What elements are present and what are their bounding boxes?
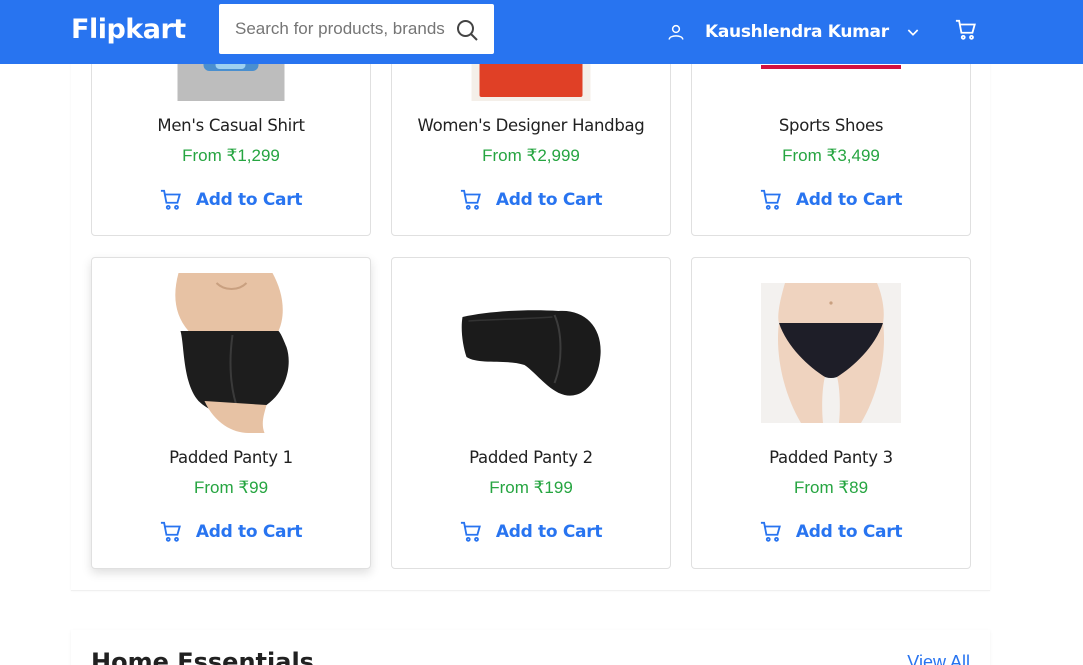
top-header: Flipkart Kaushlendra Kumar [0, 0, 1083, 64]
product-price: From ₹2,999 [482, 146, 580, 165]
view-all-link[interactable]: View All [907, 652, 970, 665]
product-price: From ₹89 [793, 478, 869, 497]
product-card[interactable]: Women's Designer Handbag From ₹2,999 Add… [391, 1, 671, 236]
cart-icon [160, 521, 181, 542]
product-name[interactable]: Men's Casual Shirt [92, 116, 370, 135]
add-to-cart-label: Add to Cart [195, 522, 303, 542]
add-to-cart-label: Add to Cart [495, 522, 603, 542]
product-card[interactable]: Padded Panty 3 From ₹89 Add to Cart [691, 257, 971, 569]
product-price: From ₹99 [193, 478, 269, 497]
cart-icon [760, 189, 781, 210]
product-image[interactable] [168, 273, 294, 433]
section-title: Home Essentials [91, 648, 314, 665]
product-card[interactable]: Padded Panty 2 From ₹199 Add to Cart [391, 257, 671, 569]
product-name[interactable]: Padded Panty 3 [692, 448, 970, 467]
cart-icon [160, 189, 181, 210]
search-bar [219, 4, 494, 54]
cart-icon [460, 189, 481, 210]
add-to-cart-button[interactable]: Add to Cart [92, 189, 370, 211]
add-to-cart-button[interactable]: Add to Cart [392, 189, 670, 211]
product-name[interactable]: Padded Panty 1 [92, 448, 370, 467]
product-image[interactable] [458, 303, 604, 403]
product-price: From ₹3,499 [782, 146, 880, 165]
section-divider [71, 590, 990, 591]
product-name[interactable]: Women's Designer Handbag [392, 116, 670, 135]
search-input[interactable] [219, 4, 447, 54]
user-name: Kaushlendra Kumar [705, 22, 889, 42]
product-card[interactable]: Padded Panty 1 From ₹99 Add to Cart [91, 257, 371, 569]
search-icon[interactable] [455, 18, 479, 42]
product-section: Men's Casual Shirt From ₹1,299 Add to Ca… [71, 0, 990, 590]
home-essentials-section: Home Essentials View All [71, 630, 990, 665]
add-to-cart-label: Add to Cart [495, 190, 603, 210]
add-to-cart-button[interactable]: Add to Cart [92, 521, 370, 543]
product-price: From ₹199 [489, 478, 573, 497]
product-name[interactable]: Padded Panty 2 [392, 448, 670, 467]
chevron-down-icon [907, 29, 919, 36]
add-to-cart-label: Add to Cart [795, 190, 903, 210]
add-to-cart-button[interactable]: Add to Cart [692, 189, 970, 211]
add-to-cart-button[interactable]: Add to Cart [392, 521, 670, 543]
add-to-cart-button[interactable]: Add to Cart [692, 521, 970, 543]
product-price: From ₹1,299 [182, 146, 280, 165]
product-card[interactable]: Men's Casual Shirt From ₹1,299 Add to Ca… [91, 1, 371, 236]
flipkart-logo[interactable]: Flipkart [71, 14, 186, 45]
user-menu[interactable]: Kaushlendra Kumar [667, 0, 921, 64]
product-image[interactable] [761, 283, 901, 423]
add-to-cart-label: Add to Cart [795, 522, 903, 542]
product-name[interactable]: Sports Shoes [692, 116, 970, 135]
add-to-cart-label: Add to Cart [195, 190, 303, 210]
cart-icon[interactable] [955, 19, 977, 41]
product-card[interactable]: Sports Shoes From ₹3,499 Add to Cart [691, 1, 971, 236]
cart-icon [460, 521, 481, 542]
cart-icon [760, 521, 781, 542]
user-icon [668, 24, 684, 40]
